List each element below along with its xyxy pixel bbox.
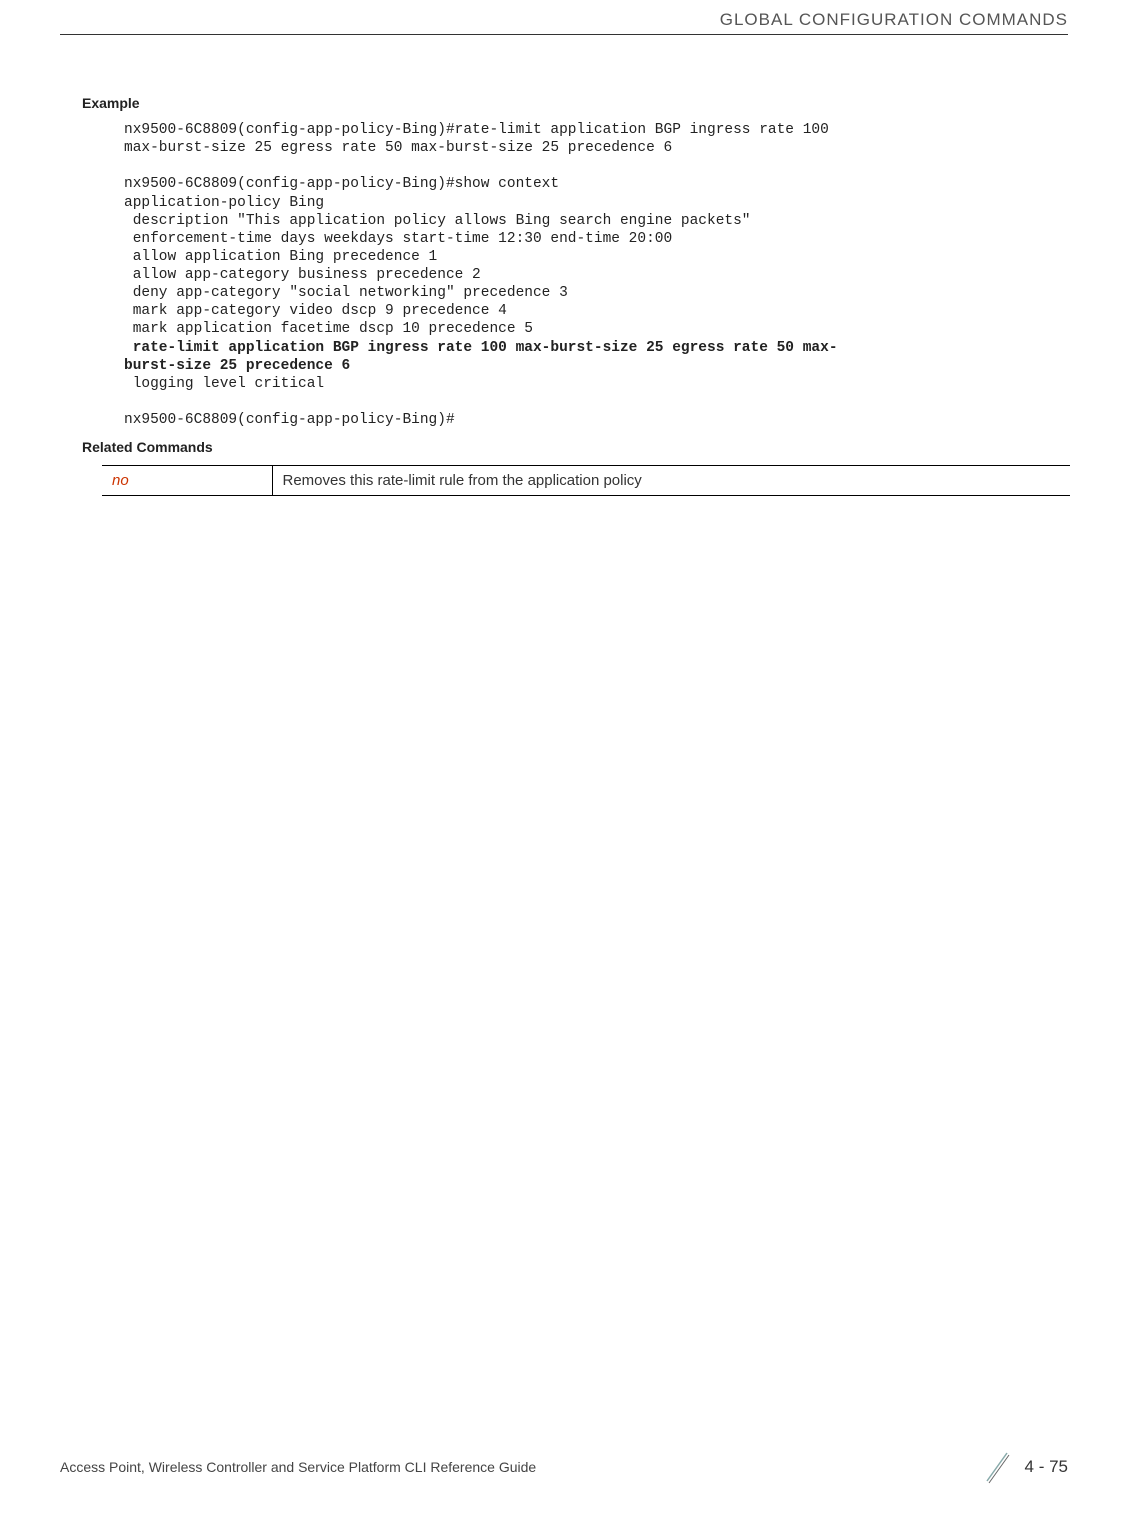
code-line: deny app-category "social networking" pr… [124, 285, 568, 301]
code-line-bold: burst-size 25 precedence 6 [124, 358, 350, 374]
code-line: nx9500-6C8809(config-app-policy-Bing)#ra… [124, 122, 838, 138]
no-command-link[interactable]: no [112, 472, 129, 489]
related-commands-heading: Related Commands [82, 439, 1070, 455]
related-commands-table: no Removes this rate-limit rule from the… [102, 465, 1070, 496]
code-line: nx9500-6C8809(config-app-policy-Bing)# [124, 412, 455, 428]
example-heading: Example [82, 95, 1070, 111]
page-number-box: 4 - 75 [979, 1449, 1068, 1485]
code-line: nx9500-6C8809(config-app-policy-Bing)#sh… [124, 176, 559, 192]
code-line: mark application facetime dscp 10 preced… [124, 321, 533, 337]
code-line-bold: rate-limit application BGP ingress rate … [124, 340, 838, 356]
description-cell: Removes this rate-limit rule from the ap… [272, 466, 1070, 496]
page-number: 4 - 75 [1025, 1457, 1068, 1477]
code-line: allow app-category business precedence 2 [124, 267, 481, 283]
code-example: nx9500-6C8809(config-app-policy-Bing)# ra… [124, 121, 1070, 429]
slash-divider-icon [979, 1449, 1015, 1485]
code-line: max-burst-size 25 egress rate 50 max-bur… [124, 140, 672, 156]
footer-guide-title: Access Point, Wireless Controller and Se… [60, 1459, 536, 1475]
code-line: allow application Bing precedence 1 [124, 249, 437, 265]
code-line: mark app-category video dscp 9 precedenc… [124, 303, 507, 319]
table-row: no Removes this rate-limit rule from the… [102, 466, 1070, 496]
code-line: application-policy Bing [124, 195, 324, 211]
code-line: enforcement-time days weekdays start-tim… [124, 231, 672, 247]
code-line: description "This application policy all… [124, 213, 751, 229]
section-header: GLOBAL CONFIGURATION COMMANDS [60, 10, 1068, 35]
command-cell: no [102, 466, 272, 496]
code-line: logging level critical [124, 376, 324, 392]
page-footer: Access Point, Wireless Controller and Se… [0, 1449, 1128, 1485]
